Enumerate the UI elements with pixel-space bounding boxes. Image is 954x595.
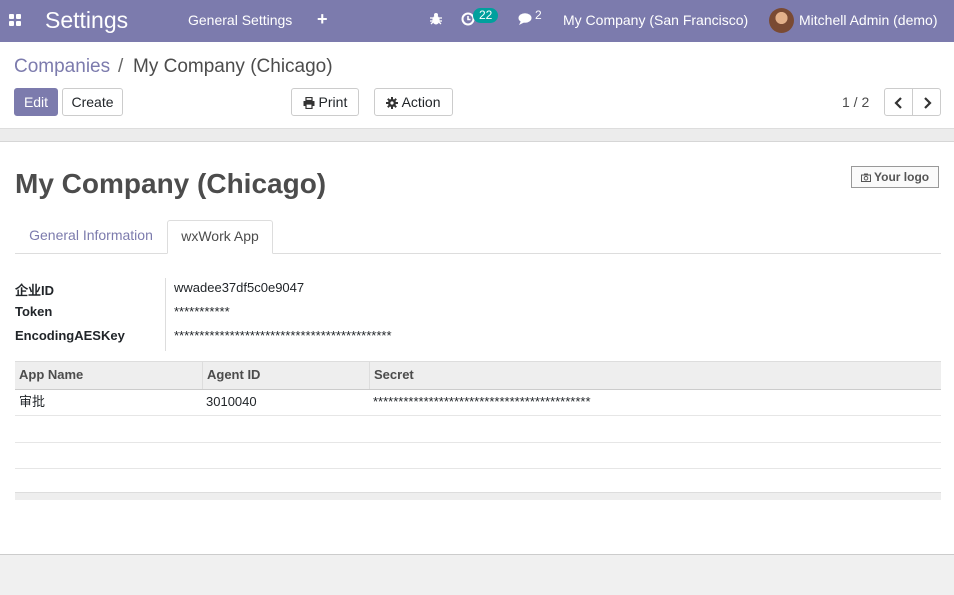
field-label-corp-id: 企业ID (15, 283, 55, 298)
edit-button[interactable]: Edit (14, 88, 58, 116)
table-row-empty (15, 442, 941, 469)
cell-agent-id: 3010040 (206, 394, 257, 409)
gear-icon (386, 97, 399, 110)
column-header-secret[interactable]: Secret (369, 362, 941, 389)
table-row-empty (15, 416, 941, 443)
chat-icon[interactable] (518, 12, 534, 26)
action-button[interactable]: Action (374, 88, 453, 116)
pager-value[interactable]: 1 / 2 (842, 94, 869, 110)
camera-icon (860, 173, 871, 182)
field-label-aes-key: EncodingAESKey (15, 328, 125, 343)
field-label-token: Token (15, 304, 53, 319)
table-footer (15, 492, 941, 500)
company-name-title[interactable]: My Company (Chicago) (15, 168, 326, 200)
menu-general-settings[interactable]: General Settings (188, 12, 292, 28)
user-menu[interactable]: Mitchell Admin (demo) (799, 12, 938, 28)
table-header: App Name Agent ID Secret (15, 361, 941, 390)
logo-label: Your logo (874, 170, 930, 184)
message-count[interactable]: 2 (535, 8, 542, 22)
create-button[interactable]: Create (62, 88, 123, 116)
print-label: Print (318, 94, 348, 110)
field-separator (165, 278, 166, 351)
cell-secret: ****************************************… (373, 394, 591, 409)
pager-previous-button[interactable] (884, 88, 913, 116)
apps-grid-icon[interactable] (9, 14, 21, 26)
pager-next-button[interactable] (912, 88, 941, 116)
cell-app-name: 审批 (19, 394, 46, 409)
breadcrumb-separator: / (118, 56, 124, 77)
column-header-app-name[interactable]: App Name (15, 362, 202, 389)
print-button[interactable]: Print (291, 88, 359, 116)
form-tabs: General Information wxWork App (15, 220, 941, 254)
form-sheet: My Company (Chicago) Your logo General I… (0, 142, 954, 555)
breadcrumb-companies[interactable]: Companies (14, 56, 110, 78)
breadcrumb-current: My Company (Chicago) (133, 56, 333, 77)
column-header-agent-id[interactable]: Agent ID (202, 362, 369, 389)
top-navbar: Settings General Settings + 22 2 My Comp… (0, 0, 954, 42)
tab-wxwork-app[interactable]: wxWork App (167, 220, 273, 254)
chevron-left-icon (893, 97, 902, 110)
table-row-empty (15, 468, 941, 495)
activity-count-badge[interactable]: 22 (473, 8, 499, 23)
field-value-token[interactable]: *********** (174, 304, 230, 319)
field-value-corp-id[interactable]: wwadee37df5c0e9047 (174, 280, 304, 295)
bug-icon[interactable] (429, 12, 443, 26)
avatar[interactable] (769, 8, 794, 33)
print-icon (303, 97, 315, 110)
field-value-aes-key[interactable]: ****************************************… (174, 328, 392, 343)
separator-band (0, 129, 954, 142)
app-title[interactable]: Settings (45, 7, 128, 33)
tab-general-information[interactable]: General Information (15, 220, 167, 253)
action-label: Action (401, 94, 441, 110)
control-panel: Companies / My Company (Chicago) Edit Cr… (0, 42, 954, 129)
table-row[interactable]: 审批 3010040 *****************************… (15, 389, 941, 416)
chevron-right-icon (923, 97, 932, 110)
add-icon[interactable]: + (317, 9, 328, 30)
logo-button[interactable]: Your logo (851, 166, 939, 188)
company-switcher[interactable]: My Company (San Francisco) (563, 12, 748, 28)
